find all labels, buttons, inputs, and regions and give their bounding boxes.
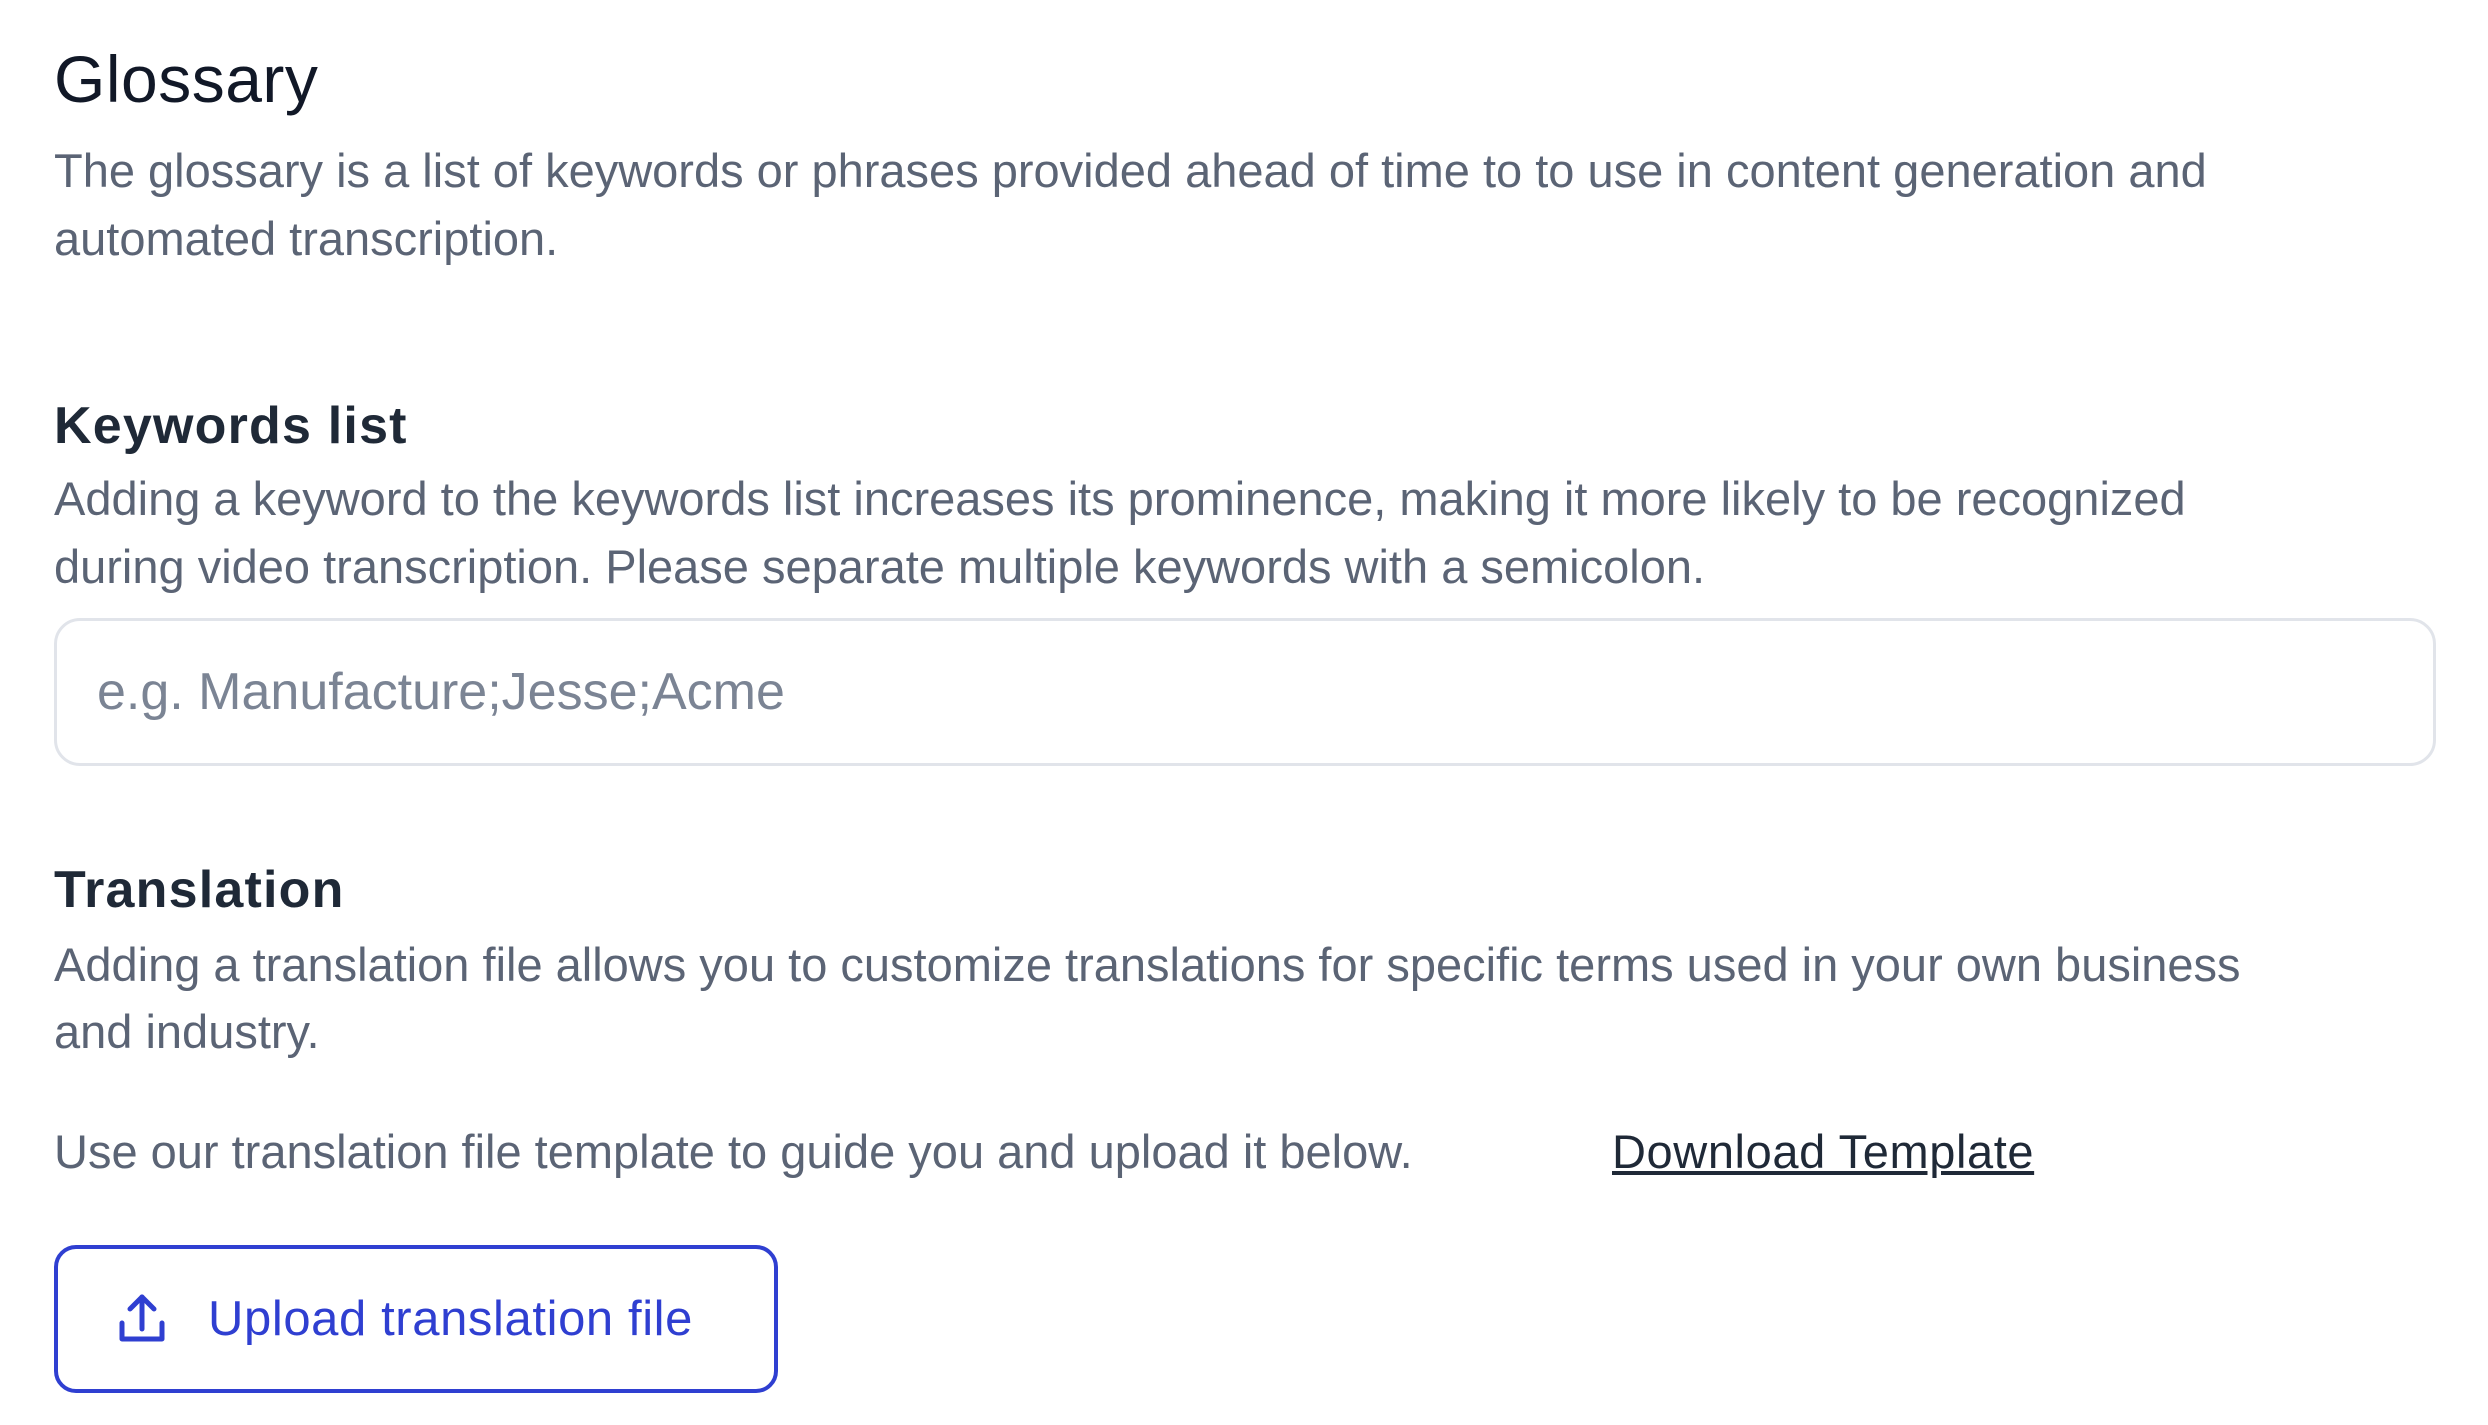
upload-button-label: Upload translation file (208, 1292, 694, 1346)
translation-template-row: Use our translation file template to gui… (54, 1117, 2354, 1187)
upload-translation-file-button[interactable]: Upload translation file (54, 1245, 778, 1393)
download-template-link[interactable]: Download Template (1612, 1117, 2034, 1187)
page-title: Glossary (54, 42, 319, 116)
keywords-input[interactable] (54, 618, 2436, 766)
keywords-description-line-2: during video transcription. Please separ… (54, 540, 1706, 593)
translation-description-line-2: and industry. (54, 1005, 320, 1058)
upload-icon (114, 1291, 170, 1347)
keywords-section-heading: Keywords list (54, 397, 408, 455)
translation-template-instruction: Use our translation file template to gui… (54, 1125, 1413, 1178)
translation-section-heading: Translation (54, 861, 345, 919)
glossary-settings-page: Glossary The glossary is a list of keywo… (0, 0, 2488, 1425)
translation-description-line-1: Adding a translation file allows you to … (54, 938, 2241, 991)
keywords-description-line-1: Adding a keyword to the keywords list in… (54, 472, 2186, 525)
glossary-description-line-2: automated transcription. (54, 212, 559, 265)
glossary-description-line-1: The glossary is a list of keywords or ph… (54, 144, 2207, 197)
